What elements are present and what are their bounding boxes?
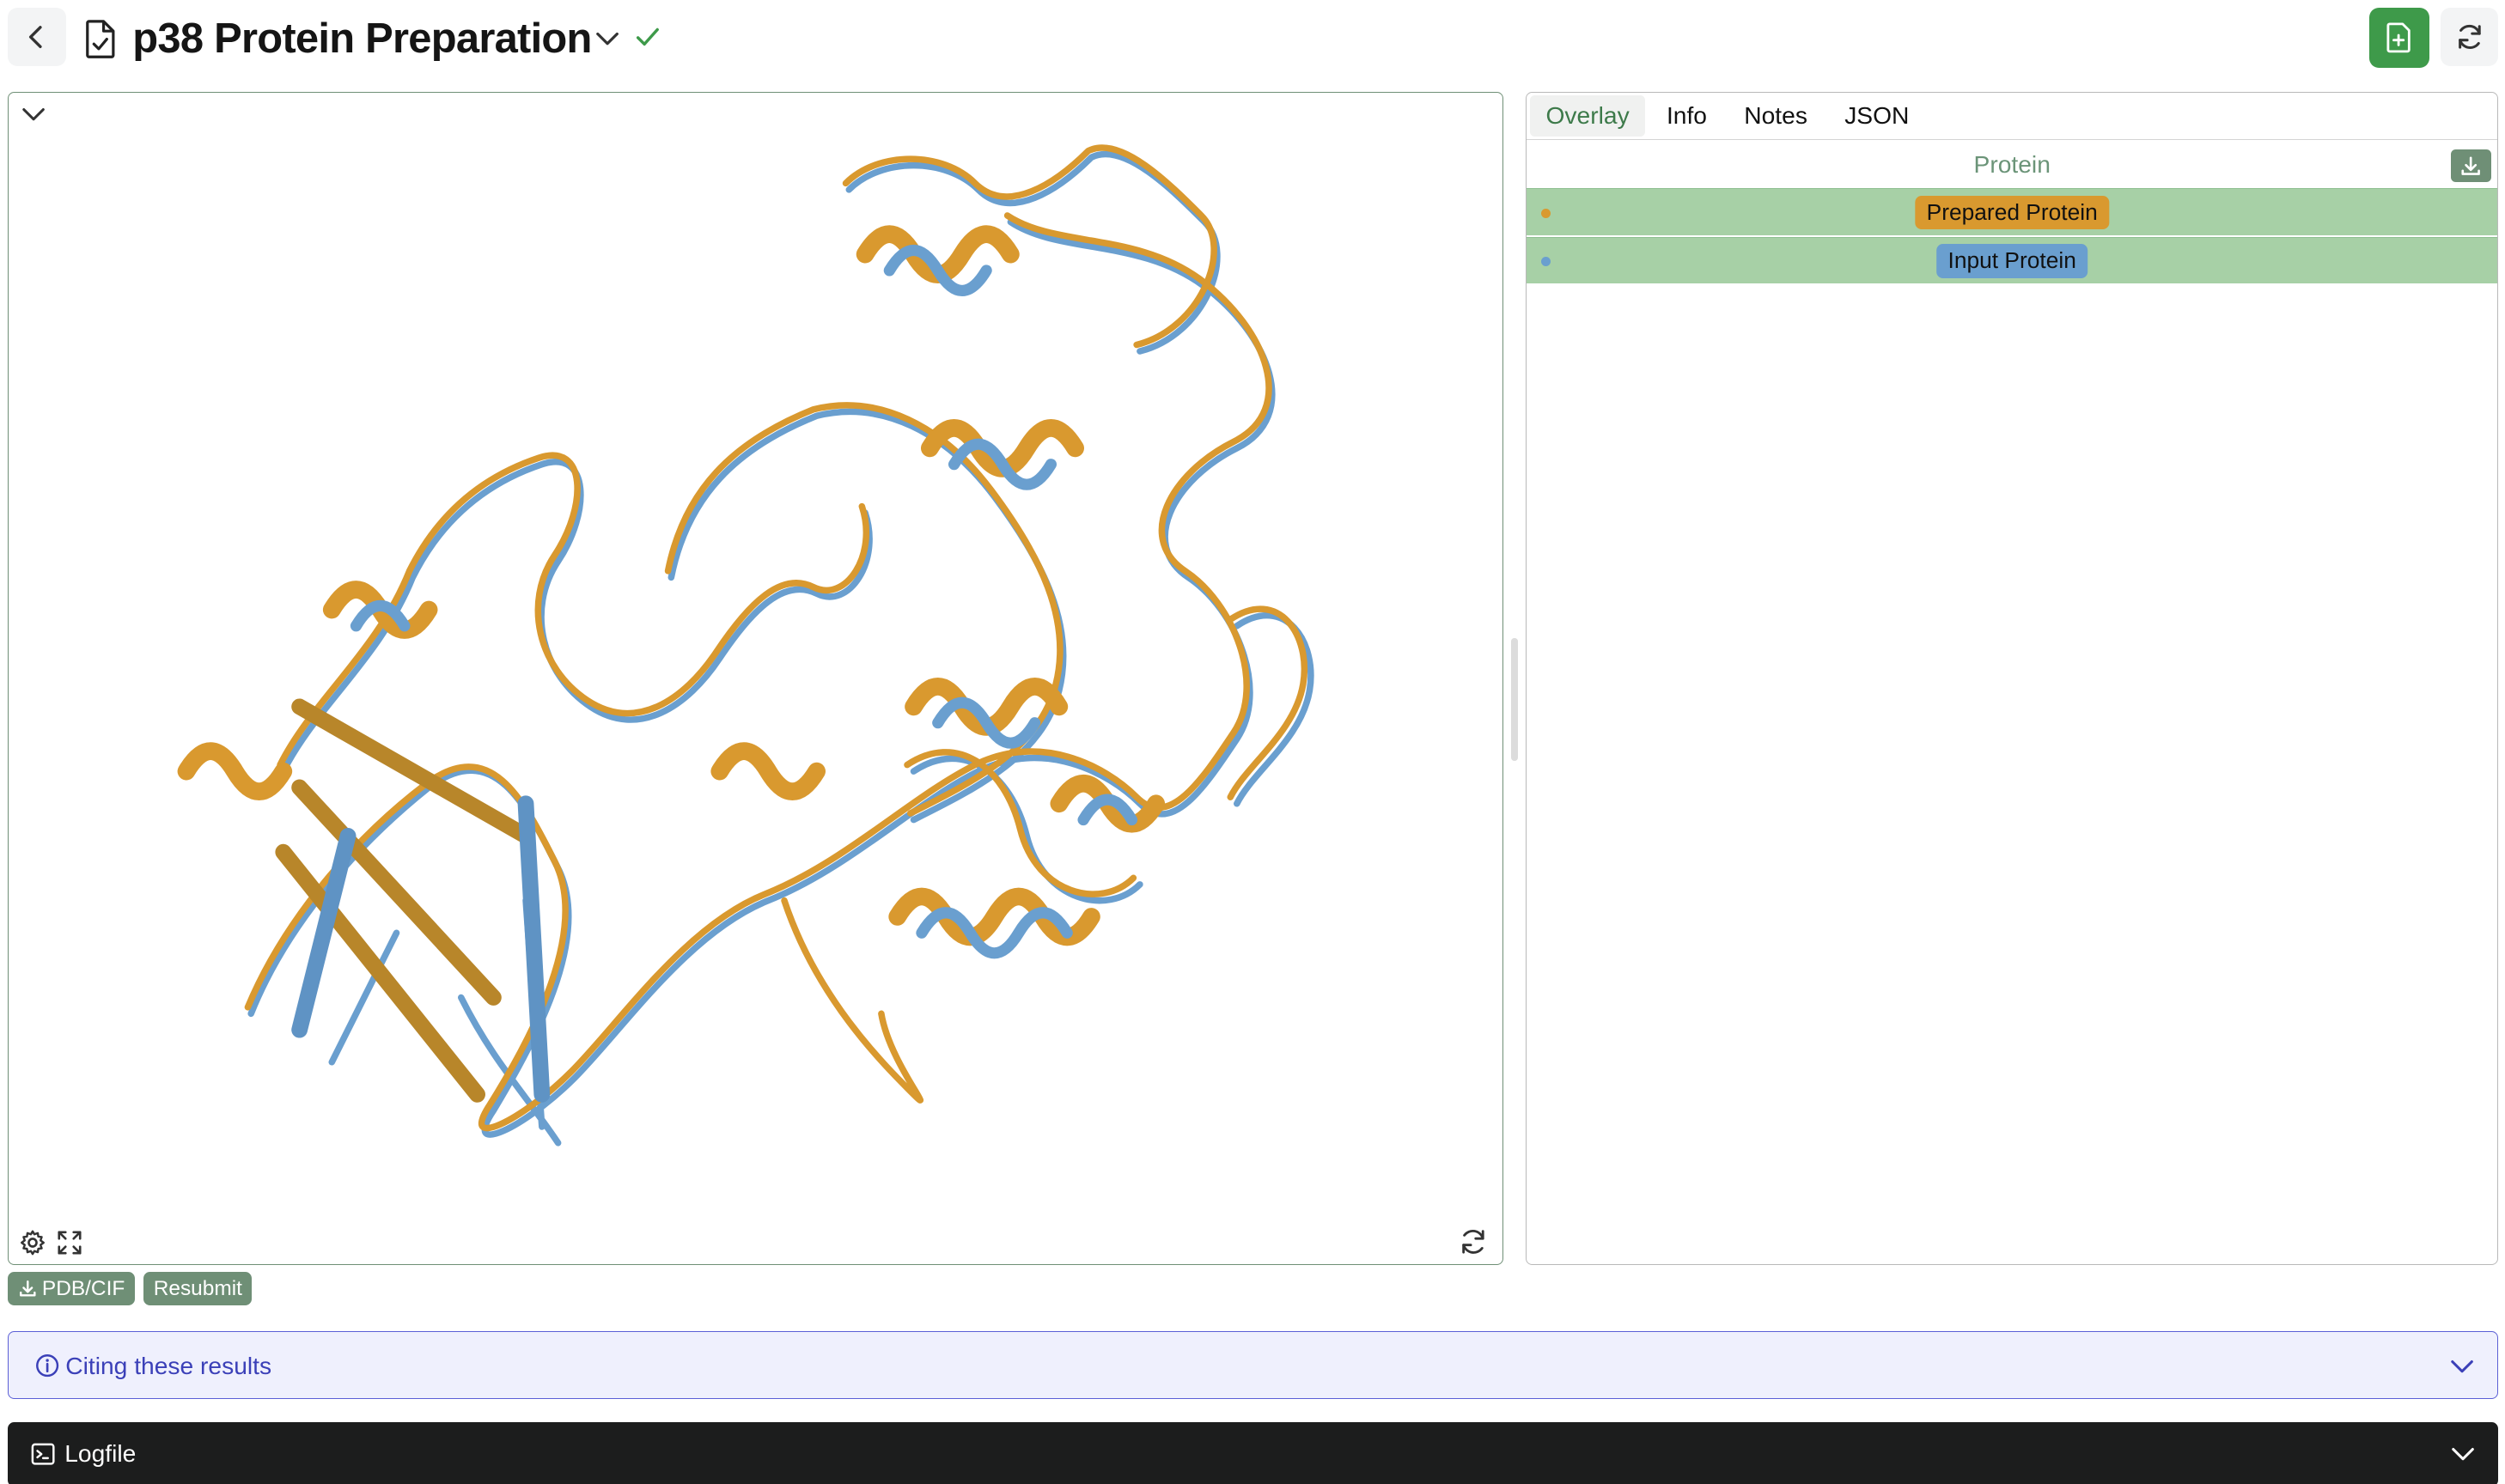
logfile-accordion[interactable]: Logfile [8,1421,2499,1484]
download-icon [2461,156,2481,175]
citing-results-accordion[interactable]: Citing these results [8,1331,2499,1400]
beta-strands [275,698,551,1104]
info-icon [35,1353,58,1377]
back-button[interactable] [8,8,67,67]
input-protein-trace [247,150,1314,1146]
expand-icon[interactable] [56,1229,83,1256]
new-file-button[interactable] [2368,8,2429,68]
tab-notes[interactable]: Notes [1728,95,1823,136]
prepared-color-dot [1540,208,1551,219]
chevron-down-icon [2452,1448,2474,1461]
refresh-icon [2458,25,2481,50]
logfile-label: Logfile [64,1439,137,1468]
file-plus-icon [2386,22,2411,53]
list-item-prepared-protein[interactable]: Prepared Protein [1526,188,2498,235]
gear-icon[interactable] [19,1229,46,1256]
protein-structure-render[interactable] [9,93,1500,1262]
tab-overlay[interactable]: Overlay [1529,95,1646,137]
tab-json[interactable]: JSON [1828,95,1925,136]
panel-resize-handle[interactable] [1511,638,1518,762]
refresh-button[interactable] [2440,8,2499,67]
panel-tabs: Overlay Info Notes JSON [1526,93,2498,140]
resubmit-button[interactable]: Resubmit [143,1271,253,1306]
input-protein-label: Input Protein [1936,244,2088,278]
download-label: PDB/CIF [41,1276,125,1300]
prepared-protein-label: Prepared Protein [1915,195,2109,230]
download-pdb-cif-button[interactable]: PDB/CIF [8,1271,135,1306]
download-button[interactable] [2450,149,2491,182]
resubmit-label: Resubmit [153,1276,242,1300]
title-dropdown-chevron-icon[interactable] [594,27,620,50]
check-icon [637,28,660,46]
chevron-left-icon [29,26,42,49]
chevron-down-icon [2451,1359,2473,1372]
download-icon [19,1280,36,1297]
protein-column-header: Protein [1973,150,2051,179]
chevron-down-icon[interactable] [21,103,46,125]
document-check-icon [85,19,115,58]
overlay-panel: Overlay Info Notes JSON Protein Prepared… [1525,92,2499,1266]
tab-info[interactable]: Info [1650,95,1723,136]
terminal-icon [31,1443,55,1465]
input-color-dot [1540,257,1551,267]
input-helices [350,245,1138,959]
citing-label: Citing these results [65,1351,272,1379]
list-item-input-protein[interactable]: Input Protein [1526,236,2498,284]
page-title: p38 Protein Preparation [132,15,592,63]
refresh-icon[interactable] [1459,1227,1488,1256]
protein-viewer[interactable] [8,92,1503,1266]
